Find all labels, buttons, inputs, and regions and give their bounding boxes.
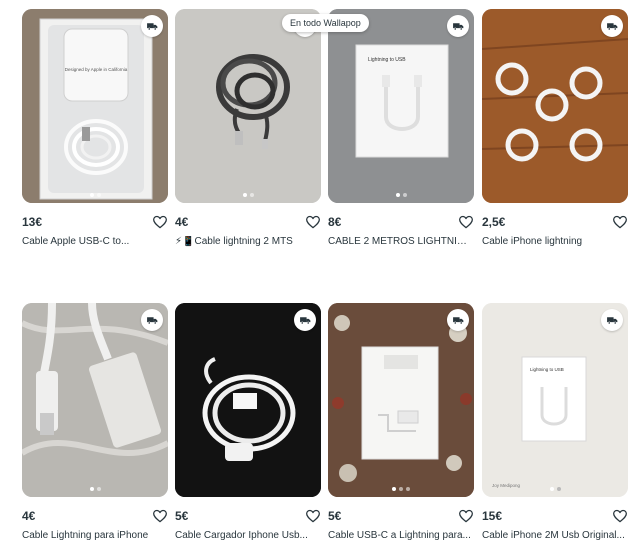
listing-title[interactable]: Cable Lightning para iPhone <box>22 530 168 541</box>
heart-outline-icon[interactable] <box>305 214 321 230</box>
truck-icon <box>299 314 312 327</box>
listing-photo[interactable] <box>482 9 628 203</box>
heart-outline-icon[interactable] <box>152 508 168 524</box>
carousel-dots <box>22 487 168 491</box>
listing-card[interactable]: 5€ Cable Cargador Iphone Usb... <box>175 303 321 541</box>
listing-card[interactable]: 5€ Cable USB-C a Lightning para... <box>328 303 474 541</box>
iphone-cable-box-photo: Lightning to USB Joy Medipong <box>482 303 628 497</box>
listing-title[interactable]: Cable Apple USB-C to... <box>22 236 168 247</box>
carousel-dots <box>482 487 628 491</box>
shipping-badge <box>601 309 623 331</box>
usbc-box-on-terrazzo-photo <box>328 303 474 497</box>
white-cable-coil-photo <box>175 303 321 497</box>
heart-outline-icon[interactable] <box>458 508 474 524</box>
listing-photo[interactable] <box>175 303 321 497</box>
listing-title[interactable]: Cable iPhone lightning <box>482 236 628 247</box>
carousel-dots <box>175 193 321 197</box>
box-print-text: Designed by Apple in California <box>65 67 128 72</box>
listing-title[interactable]: CABLE 2 METROS LIGHTNING... <box>328 236 474 247</box>
carousel-dots <box>22 193 168 197</box>
listing-title[interactable]: Cable USB-C a Lightning para... <box>328 530 474 541</box>
shipping-badge <box>294 309 316 331</box>
listing-card[interactable]: 4€ Cable Lightning para iPhone <box>22 303 168 541</box>
shipping-badge <box>141 15 163 37</box>
listing-price: 15€ <box>482 509 503 523</box>
listing-photo[interactable]: Lightning to USB Joy Medipong <box>482 303 628 497</box>
listing-title[interactable]: Cable iPhone 2M Usb Original... <box>482 530 628 541</box>
listing-price: 2,5€ <box>482 215 506 229</box>
listing-card[interactable]: Lightning to USB Joy Medipong 15€ Cable … <box>482 303 628 541</box>
listing-photo[interactable] <box>328 303 474 497</box>
lightning-box-photo: Lightning to USB <box>328 9 474 203</box>
braided-cable-photo <box>175 9 321 203</box>
listing-card[interactable]: Lightning to USB 8€ CABLE 2 METROS LIGHT… <box>328 9 474 247</box>
cables-on-wood-photo <box>482 9 628 203</box>
shipping-badge <box>601 15 623 37</box>
heart-outline-icon[interactable] <box>305 508 321 524</box>
listing-price: 4€ <box>175 215 189 229</box>
listing-price: 5€ <box>175 509 189 523</box>
listing-price: 13€ <box>22 215 43 229</box>
listing-price: 4€ <box>22 509 36 523</box>
listing-photo[interactable] <box>175 9 321 203</box>
listing-title[interactable]: ⚡📱Cable lightning 2 MTS <box>175 236 321 247</box>
listing-price: 5€ <box>328 509 342 523</box>
heart-outline-icon[interactable] <box>458 214 474 230</box>
truck-icon <box>146 314 159 327</box>
truck-icon <box>146 20 159 33</box>
listing-card[interactable]: Designed by Apple in California 13€ Cabl… <box>22 9 168 247</box>
shipping-badge <box>141 309 163 331</box>
listing-title[interactable]: Cable Cargador Iphone Usb... <box>175 530 321 541</box>
truck-icon <box>452 20 465 33</box>
listing-photo[interactable]: Designed by Apple in California <box>22 9 168 203</box>
carousel-dots <box>328 487 474 491</box>
heart-outline-icon[interactable] <box>152 214 168 230</box>
apple-box-photo: Designed by Apple in California <box>22 9 168 203</box>
en-todo-wallapop-badge: En todo Wallapop <box>282 14 369 32</box>
truck-icon <box>606 20 619 33</box>
lightning-closeup-photo <box>22 303 168 497</box>
box-print-text: Lightning to USB <box>368 57 406 63</box>
listing-card[interactable]: 4€ ⚡📱Cable lightning 2 MTS <box>175 9 321 247</box>
listing-price: 8€ <box>328 215 342 229</box>
shipping-badge <box>447 15 469 37</box>
shipping-badge <box>447 309 469 331</box>
carousel-dots <box>328 193 474 197</box>
heart-outline-icon[interactable] <box>612 214 628 230</box>
box-print-text: Lightning to USB <box>530 367 564 372</box>
listing-photo[interactable]: Lightning to USB <box>328 9 474 203</box>
listing-card[interactable]: 2,5€ Cable iPhone lightning <box>482 9 628 247</box>
truck-icon <box>606 314 619 327</box>
listing-photo[interactable] <box>22 303 168 497</box>
heart-outline-icon[interactable] <box>612 508 628 524</box>
truck-icon <box>452 314 465 327</box>
